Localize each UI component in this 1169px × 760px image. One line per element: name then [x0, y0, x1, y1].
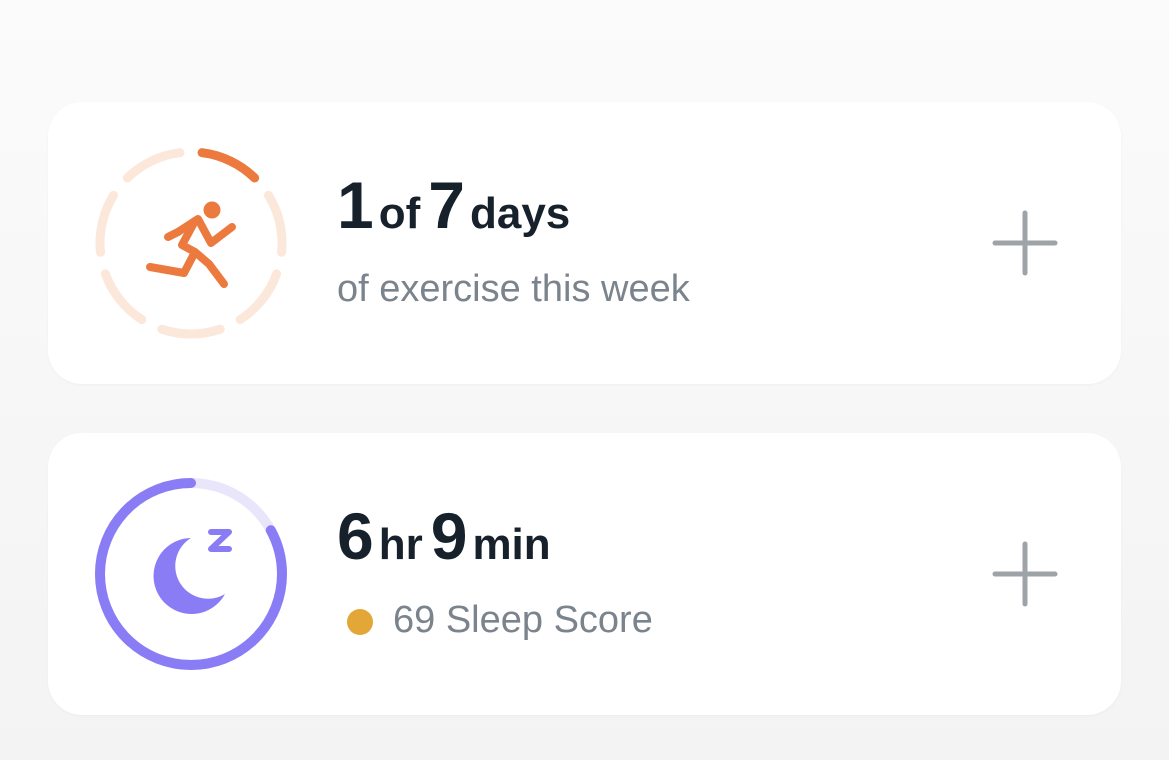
sleep-minutes-unit: min [472, 520, 551, 569]
add-sleep-button[interactable] [992, 541, 1058, 607]
exercise-subtitle: of exercise this week [337, 268, 690, 310]
exercise-count: 1 [337, 168, 374, 242]
exercise-segment-pending [95, 190, 118, 257]
exercise-progress-ring [94, 146, 288, 340]
plus-icon [992, 210, 1058, 276]
exercise-ring-svg [95, 148, 287, 339]
sleep-score: 69 Sleep Score [393, 599, 653, 641]
exercise-segment-pending [122, 148, 185, 183]
sleep-score-dot [347, 609, 373, 635]
exercise-segment-complete [197, 148, 260, 183]
exercise-card[interactable]: 1 of 7 days of exercise this week [48, 102, 1121, 384]
add-exercise-button[interactable] [992, 210, 1058, 276]
exercise-of-label: of [378, 189, 421, 238]
plus-icon [992, 541, 1058, 607]
exercise-unit: days [469, 189, 571, 238]
sleep-ring-svg [95, 478, 287, 670]
sleep-duration: 6 hr 9 min [337, 503, 559, 569]
exercise-segment-pending [264, 190, 287, 257]
exercise-segment-pending [157, 324, 225, 339]
sleep-minutes: 9 [430, 499, 468, 573]
moon-zzz-icon [153, 529, 232, 614]
sleep-hours-unit: hr [378, 520, 423, 569]
sleep-card[interactable]: 6 hr 9 min 69 Sleep Score [48, 433, 1121, 715]
exercise-value: 1 of 7 days [337, 172, 578, 238]
exercise-segment-pending [100, 269, 147, 325]
sleep-progress-ring [94, 477, 288, 671]
exercise-goal: 7 [428, 168, 465, 242]
running-person-icon [146, 201, 236, 288]
sleep-hours: 6 [337, 499, 374, 573]
exercise-segment-pending [235, 269, 282, 325]
